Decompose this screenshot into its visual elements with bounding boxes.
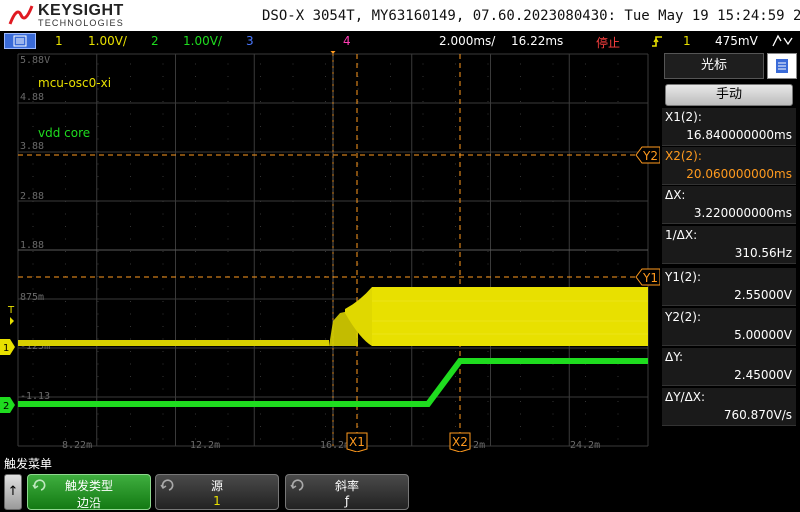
cursor-readout-y2: Y2(2): 5.00000V	[662, 308, 796, 346]
menu-icon	[13, 35, 27, 47]
keysight-logo-icon	[8, 5, 34, 25]
y-tick-label: 4.88	[20, 92, 44, 103]
readout-label: ΔY:	[665, 350, 683, 364]
readout-label: X2(2):	[665, 149, 702, 163]
run-state[interactable]: 停止	[596, 34, 620, 51]
ch4-number[interactable]: 4	[343, 34, 351, 48]
ch2-scale[interactable]: 1.00V/	[183, 34, 222, 48]
menu-up-button[interactable]: ↑	[4, 474, 22, 510]
cursor-y2-tag[interactable]: Y2	[635, 146, 660, 164]
ch2-trace-label: vdd core	[38, 126, 90, 140]
readout-label: X1(2):	[665, 110, 702, 124]
readout-value: 2.55000V	[734, 288, 792, 302]
softkey-slope[interactable]: 斜率 ƒ	[285, 474, 409, 510]
y-tick-label: 5.88V	[20, 55, 50, 66]
ch1-trace-label: mcu-osc0-xi	[38, 76, 111, 90]
main-menu-button[interactable]	[4, 33, 36, 49]
cursor-x2-tag[interactable]: X2	[449, 432, 471, 452]
ch1-ground-marker[interactable]: 1	[0, 339, 15, 355]
softkey-value: ƒ	[344, 494, 350, 508]
cursor-mode-button[interactable]: 手动	[665, 84, 793, 106]
cursor-readout-dx: ΔX: 3.220000000ms	[662, 186, 796, 224]
cursor-x1-tag[interactable]: X1	[346, 432, 368, 452]
y-tick-label: 2.88	[20, 191, 44, 202]
softkey-title: 源	[210, 479, 223, 493]
trigger-level[interactable]: 475mV	[715, 34, 758, 48]
status-bar: 1 1.00V/ 2 1.00V/ 3 4 2.000ms/ 16.22ms 停…	[0, 31, 800, 51]
cursor-readout-y1: Y1(2): 2.55000V	[662, 268, 796, 306]
readout-value: 20.060000000ms	[686, 167, 792, 181]
waveform-display[interactable]: 5.88V 4.88 3.88 2.88 1.88 875m -125m -1.…	[0, 51, 660, 452]
softkey-value: 1	[213, 494, 221, 508]
ch1-number[interactable]: 1	[55, 34, 63, 48]
readout-label: 1/ΔX:	[665, 228, 698, 242]
svg-text:1: 1	[3, 343, 9, 354]
y-tick-label: 1.88	[20, 240, 44, 251]
ch3-number[interactable]: 3	[246, 34, 254, 48]
readout-label: Y2(2):	[665, 310, 702, 324]
cursor-readout-x1: X1(2): 16.840000000ms	[662, 108, 796, 146]
x-tick-label: 8.22m	[62, 440, 92, 451]
x-tick-label: 16.2m	[320, 440, 350, 451]
wave-icon	[772, 34, 793, 47]
timebase[interactable]: 2.000ms/	[439, 34, 495, 48]
delay[interactable]: 16.22ms	[511, 34, 563, 48]
svg-text:X2: X2	[452, 435, 468, 449]
cursor-readout-dydx: ΔY/ΔX: 760.870V/s	[662, 388, 796, 426]
x-tick-label: 12.2m	[190, 440, 220, 451]
x-tick-label: 24.2m	[570, 440, 600, 451]
brand-sub: TECHNOLOGIES	[38, 18, 124, 28]
readout-value: 3.220000000ms	[693, 206, 792, 220]
softkey-menu-title: 触发菜单	[4, 457, 53, 471]
softkey-title: 触发类型	[64, 479, 113, 493]
cursor-y1-tag[interactable]: Y1	[635, 268, 660, 286]
cursor-readout-inv-dx: 1/ΔX: 310.56Hz	[662, 226, 796, 264]
readout-value: 2.45000V	[734, 368, 792, 382]
trigger-edge-icon	[652, 36, 662, 47]
ch2-ground-marker[interactable]: 2	[0, 397, 15, 413]
readout-label: Y1(2):	[665, 270, 702, 284]
softkey-value: 边沿	[76, 496, 101, 510]
svg-text:Y2: Y2	[642, 149, 658, 163]
softkey-trigger-type[interactable]: 触发类型 边沿	[27, 474, 151, 510]
cursor-panel-tab[interactable]: 光标	[664, 53, 764, 79]
readout-value: 16.840000000ms	[686, 128, 792, 142]
cursor-readout-x2: X2(2): 20.060000000ms	[662, 147, 796, 185]
svg-text:T: T	[7, 305, 15, 316]
svg-text:Y1: Y1	[642, 271, 658, 285]
ch1-scale[interactable]: 1.00V/	[88, 34, 127, 48]
y-tick-label: 875m	[20, 292, 44, 303]
grid	[17, 53, 649, 447]
ch2-number[interactable]: 2	[151, 34, 159, 48]
help-book-button[interactable]	[767, 53, 797, 79]
y-tick-label: 3.88	[20, 141, 44, 152]
readout-value: 760.870V/s	[723, 408, 792, 422]
y-tick-label: -1.13	[20, 391, 50, 402]
instrument-info: DSO-X 3054T, MY63160149, 07.60.202308043…	[262, 8, 800, 24]
book-icon	[776, 59, 788, 73]
cursor-readout-dy: ΔY: 2.45000V	[662, 348, 796, 386]
svg-text:2: 2	[3, 401, 9, 412]
svg-text:X1: X1	[349, 435, 365, 449]
readout-label: ΔY/ΔX:	[665, 390, 706, 404]
readout-value: 310.56Hz	[734, 246, 792, 260]
softkey-source[interactable]: 源 1	[155, 474, 279, 510]
readout-value: 5.00000V	[734, 328, 792, 342]
trigger-source[interactable]: 1	[683, 34, 691, 48]
softkey-title: 斜率	[334, 479, 359, 493]
trigger-level-marker[interactable]: T	[7, 305, 15, 325]
readout-label: ΔX:	[665, 188, 686, 202]
